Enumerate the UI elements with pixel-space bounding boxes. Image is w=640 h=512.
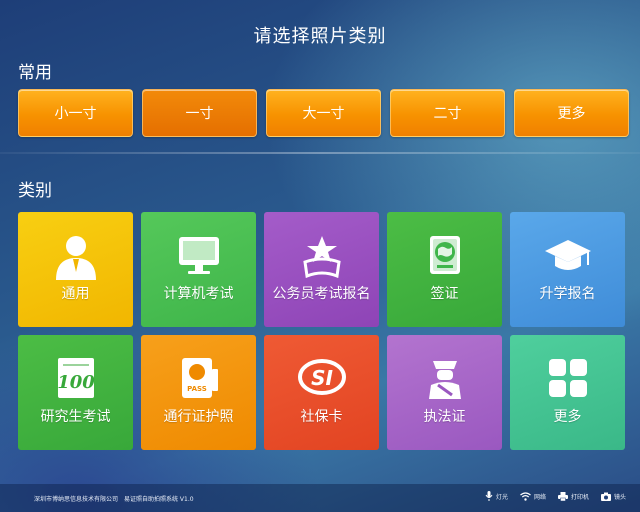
- category-tile-visa[interactable]: 签证: [387, 212, 502, 327]
- category-label: 签证: [430, 286, 459, 302]
- status-camera: 镜头: [600, 492, 626, 501]
- common-size-buttons: 小一寸 一寸 大一寸 二寸 更多: [18, 89, 629, 137]
- category-grid: 通用 计算机考试 公务员考试报名 签证 升学报名 100 研究生考试 PASS …: [18, 212, 625, 450]
- microphone-icon: [485, 491, 493, 501]
- category-label: 研究生考试: [40, 409, 111, 425]
- category-label: 执法证: [423, 409, 466, 425]
- category-label: 社保卡: [300, 409, 343, 425]
- globe-book-icon: [387, 232, 502, 278]
- photo-category-screen: 请选择照片类别 常用 小一寸 一寸 大一寸 二寸 更多 类别 通用 计算机考试 …: [0, 0, 640, 512]
- size-button-large-1inch[interactable]: 大一寸: [266, 89, 381, 137]
- size-button-more[interactable]: 更多: [514, 89, 629, 137]
- status-light: 灯光: [485, 491, 508, 501]
- category-tile-passport[interactable]: PASS 通行证护照: [141, 335, 256, 450]
- size-button-label: 更多: [557, 106, 586, 122]
- printer-icon: [557, 491, 568, 501]
- category-label: 更多: [553, 409, 582, 425]
- monitor-icon: [141, 232, 256, 278]
- svg-text:SI: SI: [311, 366, 333, 390]
- officer-icon: [387, 355, 502, 401]
- category-tile-law-enforcement-card[interactable]: 执法证: [387, 335, 502, 450]
- status-network: 网络: [520, 491, 546, 501]
- camera-icon: [600, 492, 611, 501]
- category-label: 通用: [61, 286, 90, 302]
- company-name: 深圳市博纳思信息技术有限公司: [34, 496, 119, 503]
- wifi-icon: [520, 491, 531, 501]
- category-tile-civil-service-exam[interactable]: 公务员考试报名: [264, 212, 379, 327]
- common-section-label: 常用: [18, 63, 52, 83]
- graduation-cap-icon: [510, 232, 625, 278]
- size-button-label: 二寸: [433, 106, 462, 122]
- category-tile-social-security-card[interactable]: SI 社保卡: [264, 335, 379, 450]
- page-title: 请选择照片类别: [253, 26, 387, 47]
- size-button-label: 大一寸: [302, 106, 345, 122]
- passport-icon: PASS: [141, 355, 256, 401]
- category-label: 升学报名: [539, 286, 596, 302]
- category-label: 通行证护照: [163, 409, 234, 425]
- star-badge-icon: [264, 232, 379, 278]
- status-printer: 打印机: [557, 491, 589, 501]
- category-tile-postgraduate-exam[interactable]: 100 研究生考试: [18, 335, 133, 450]
- size-button-2inch[interactable]: 二寸: [390, 89, 505, 137]
- category-label: 计算机考试: [163, 286, 234, 302]
- system-name: 易证照自助拍照系统 V1.0: [124, 496, 194, 503]
- score-100-icon: 100: [18, 355, 133, 401]
- category-label: 公务员考试报名: [272, 286, 371, 302]
- size-button-small-1inch[interactable]: 小一寸: [18, 89, 133, 137]
- category-tile-computer-exam[interactable]: 计算机考试: [141, 212, 256, 327]
- person-icon: [18, 232, 133, 282]
- status-label: 网络: [533, 493, 546, 501]
- grid-more-icon: [510, 355, 625, 401]
- svg-text:100: 100: [57, 372, 95, 393]
- category-tile-school-enrollment[interactable]: 升学报名: [510, 212, 625, 327]
- category-tile-general[interactable]: 通用: [18, 212, 133, 327]
- size-button-label: 小一寸: [54, 106, 97, 122]
- status-label: 镜头: [613, 493, 626, 501]
- footer-bar: 深圳市博纳思信息技术有限公司 易证照自助拍照系统 V1.0 灯光 网络 打印机: [0, 484, 640, 512]
- status-label: 打印机: [570, 493, 589, 501]
- divider: [0, 152, 640, 154]
- svg-text:PASS: PASS: [187, 385, 207, 393]
- size-button-label: 一寸: [185, 106, 214, 122]
- status-label: 灯光: [495, 493, 508, 501]
- category-section-label: 类别: [18, 181, 52, 201]
- status-indicators: 灯光 网络 打印机 镜头: [485, 491, 626, 501]
- si-logo-icon: SI: [264, 355, 379, 401]
- size-button-1inch[interactable]: 一寸: [142, 89, 257, 137]
- category-tile-more[interactable]: 更多: [510, 335, 625, 450]
